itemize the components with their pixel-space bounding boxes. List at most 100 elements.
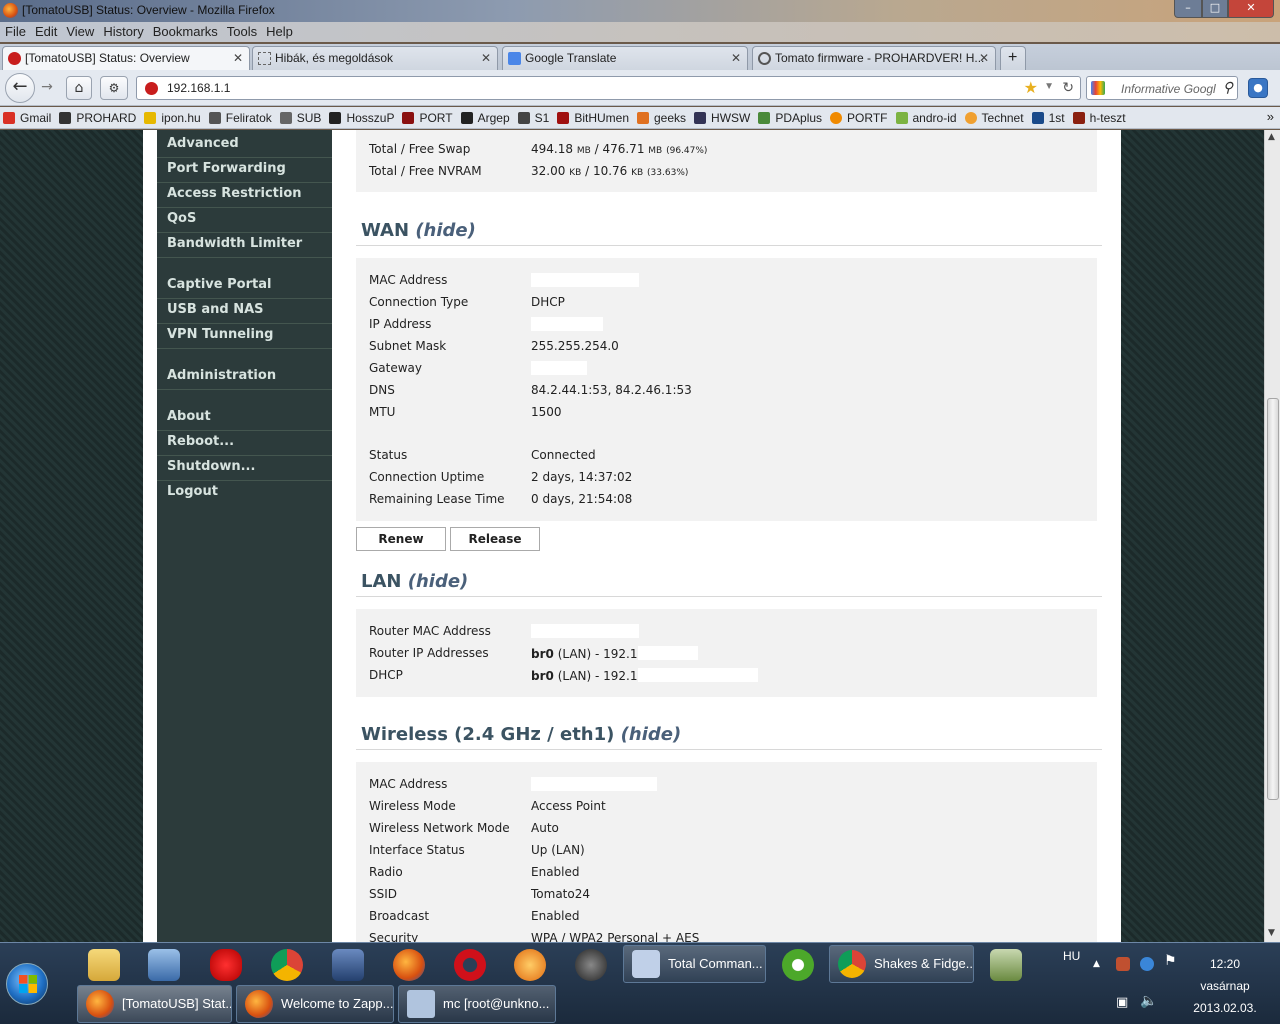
more-bookmarks-icon[interactable]: » xyxy=(1267,109,1274,124)
sidebar-item-reboot[interactable]: Reboot... xyxy=(157,431,332,456)
search-icon[interactable]: ⚲ xyxy=(1223,79,1233,96)
sidebar-item-port-forwarding[interactable]: Port Forwarding xyxy=(157,158,332,183)
sidebar-item-vpn-tunneling[interactable]: VPN Tunneling xyxy=(157,324,332,349)
sidebar-item-bandwidth-limiter[interactable]: Bandwidth Limiter xyxy=(157,233,332,258)
search-input[interactable]: Informative Googl xyxy=(1121,82,1216,96)
bookmark-andro-id[interactable]: andro-id xyxy=(893,107,962,125)
splash-icon[interactable] xyxy=(210,949,242,981)
minimize-button[interactable]: – xyxy=(1174,0,1202,18)
firefox-icon[interactable] xyxy=(393,949,425,981)
kmplayer-icon[interactable] xyxy=(332,949,364,981)
close-button[interactable]: ✕ xyxy=(1228,0,1274,18)
sidebar-item-shutdown[interactable]: Shutdown... xyxy=(157,456,332,481)
bookmark-hosszup[interactable]: HosszuP xyxy=(326,107,399,125)
bookmark-feliratok[interactable]: Feliratok xyxy=(206,107,277,125)
explorer-icon[interactable] xyxy=(88,949,120,981)
start-button[interactable] xyxy=(6,963,48,1005)
utorrent-icon[interactable] xyxy=(782,949,814,981)
sidebar-item-about[interactable]: About xyxy=(157,406,332,431)
app9-icon[interactable] xyxy=(514,949,546,981)
bookmark-sub[interactable]: SUB xyxy=(277,107,327,125)
sidebar-item-access-restriction[interactable]: Access Restriction xyxy=(157,183,332,208)
bookmark-gmail[interactable]: Gmail xyxy=(0,107,56,125)
bookmark-geeks[interactable]: geeks xyxy=(634,107,691,125)
maximize-button[interactable]: □ xyxy=(1202,0,1228,18)
extension-icon[interactable]: ● xyxy=(1248,78,1268,98)
bookmark-h-teszt[interactable]: h-teszt xyxy=(1070,107,1131,125)
menu-tools[interactable]: Tools xyxy=(222,22,261,39)
lan-hide-toggle[interactable]: (hide) xyxy=(408,571,469,592)
show-hidden-icons[interactable]: ▲ xyxy=(1093,959,1100,969)
chrome-icon[interactable] xyxy=(271,949,303,981)
tray-network-icon[interactable] xyxy=(1116,957,1130,971)
release-button[interactable]: Release xyxy=(450,527,540,551)
close-tab-icon[interactable]: ✕ xyxy=(233,51,243,65)
action-center-icon[interactable]: ⚑ xyxy=(1164,953,1177,969)
new-tab-button[interactable]: + xyxy=(1000,46,1026,70)
tab-hibak[interactable]: Hibák, és megoldások ✕ xyxy=(252,46,498,70)
back-button[interactable]: ← xyxy=(5,73,35,103)
sidebar-item-qos[interactable]: QoS xyxy=(157,208,332,233)
close-tab-icon[interactable]: ✕ xyxy=(979,51,989,65)
renew-button[interactable]: Renew xyxy=(356,527,446,551)
bookmark-argep[interactable]: Argep xyxy=(458,107,515,125)
taskbar-mc-terminal[interactable]: mc [root@unkno... xyxy=(398,985,556,1023)
dropdown-icon[interactable]: ▼ xyxy=(1044,81,1054,92)
reload-icon[interactable]: ↻ xyxy=(1062,79,1074,96)
url-bar[interactable]: 192.168.1.1 ★ ▼ ↻ xyxy=(136,76,1081,100)
forward-button[interactable]: → xyxy=(36,78,58,98)
bookmark-1st[interactable]: 1st xyxy=(1029,107,1070,125)
tab-google-translate[interactable]: Google Translate ✕ xyxy=(502,46,748,70)
menu-history[interactable]: History xyxy=(98,22,147,39)
wireless-hide-toggle[interactable]: (hide) xyxy=(621,724,682,745)
menu-help[interactable]: Help xyxy=(261,22,297,39)
addon-button[interactable]: ⚙ xyxy=(100,76,128,100)
search-bar[interactable]: Informative Googl ⚲ xyxy=(1086,76,1238,100)
tab-prohardver[interactable]: Tomato firmware - PROHARDVER! H... ✕ xyxy=(752,46,996,70)
bookmark-hwsw[interactable]: HWSW xyxy=(691,107,755,125)
sidebar-item-administration[interactable]: Administration xyxy=(157,365,332,390)
wl-security-value: WPA / WPA2 Personal + AES xyxy=(531,931,700,942)
vertical-scrollbar[interactable]: ▲ ▼ xyxy=(1264,130,1280,942)
taskbar-tomato-firefox[interactable]: [TomatoUSB] Stat... xyxy=(77,985,232,1023)
menu-bookmarks[interactable]: Bookmarks xyxy=(148,22,222,39)
bookmark-star-icon[interactable]: ★ xyxy=(1024,78,1038,98)
menu-file[interactable]: File xyxy=(0,22,30,39)
bookmark-pdaplus[interactable]: PDAplus xyxy=(755,107,827,125)
tools-icon[interactable] xyxy=(990,949,1022,981)
scroll-down-icon[interactable]: ▼ xyxy=(1268,928,1275,938)
bookmark-ipon[interactable]: ipon.hu xyxy=(141,107,205,125)
taskbar-total-commander[interactable]: Total Comman... xyxy=(623,945,766,983)
tab-tomato-status[interactable]: [TomatoUSB] Status: Overview ✕ xyxy=(2,46,250,70)
bookmark-prohard[interactable]: PROHARD xyxy=(56,107,141,125)
bookmark-s1[interactable]: S1 xyxy=(515,107,555,125)
system-clock[interactable]: 12:20 vasárnap 2013.02.03. xyxy=(1180,953,1270,1019)
menu-view[interactable]: View xyxy=(61,22,98,39)
sidebar-item-advanced[interactable]: Advanced xyxy=(157,133,332,158)
bookmark-port[interactable]: PORT xyxy=(399,107,457,125)
sidebar-item-logout[interactable]: Logout xyxy=(157,481,332,506)
tray-app-icon[interactable] xyxy=(1140,957,1154,971)
opera-icon[interactable] xyxy=(454,949,486,981)
menu-edit[interactable]: Edit xyxy=(30,22,61,39)
close-tab-icon[interactable]: ✕ xyxy=(731,51,741,65)
media-player-icon[interactable] xyxy=(148,949,180,981)
close-tab-icon[interactable]: ✕ xyxy=(481,51,491,65)
bookmark-bithumen[interactable]: BitHUmen xyxy=(554,107,634,125)
language-indicator[interactable]: HU xyxy=(1063,949,1080,963)
bookmark-portf[interactable]: PORTF xyxy=(827,107,892,125)
home-button[interactable]: ⌂ xyxy=(66,76,92,100)
taskbar-shakes-fidget[interactable]: Shakes & Fidge... xyxy=(829,945,974,983)
redacted-mask xyxy=(637,646,698,660)
lan-dhcp-label: DHCP xyxy=(369,668,403,682)
tray-monitor-icon[interactable]: ▣ xyxy=(1116,995,1128,1010)
sidebar-item-usb-and-nas[interactable]: USB and NAS xyxy=(157,299,332,324)
wan-hide-toggle[interactable]: (hide) xyxy=(415,220,476,241)
bomb-icon[interactable] xyxy=(575,949,607,981)
scroll-up-icon[interactable]: ▲ xyxy=(1268,132,1275,142)
taskbar-zapp-firefox[interactable]: Welcome to Zapp... xyxy=(236,985,394,1023)
bookmark-technet[interactable]: Technet xyxy=(962,107,1029,125)
scrollbar-thumb[interactable] xyxy=(1267,398,1279,800)
volume-icon[interactable]: 🔈 xyxy=(1140,993,1157,1009)
sidebar-item-captive-portal[interactable]: Captive Portal xyxy=(157,274,332,299)
